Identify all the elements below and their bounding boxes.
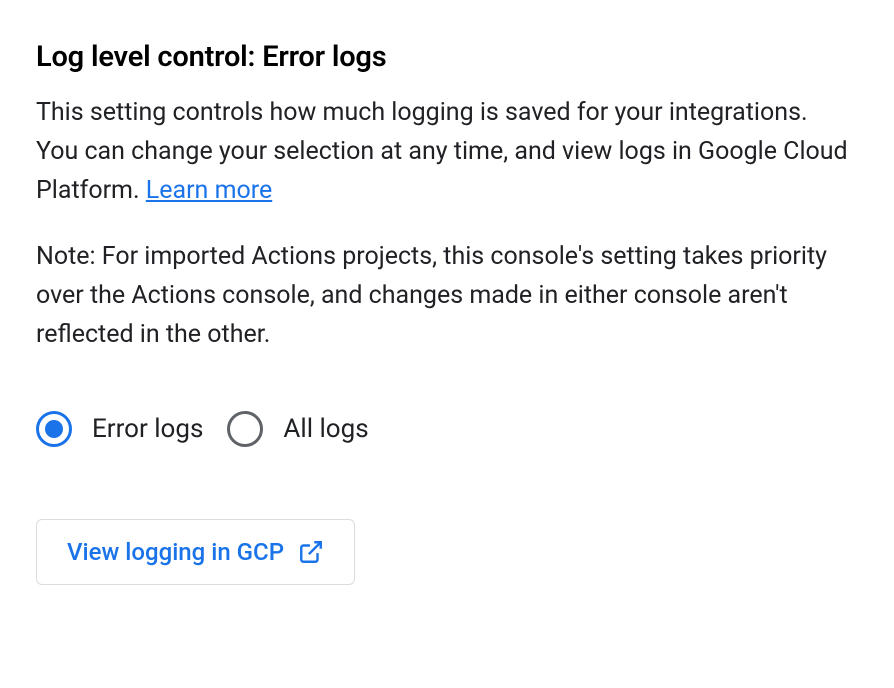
view-logging-gcp-button[interactable]: View logging in GCP (36, 519, 355, 585)
learn-more-link[interactable]: Learn more (146, 176, 272, 205)
description-text: This setting controls how much logging i… (36, 94, 856, 210)
radio-icon (227, 411, 263, 447)
note-text: Note: For imported Actions projects, thi… (36, 238, 856, 354)
radio-label-all: All logs (283, 414, 368, 444)
radio-option-all-logs[interactable]: All logs (227, 411, 368, 447)
external-link-icon (298, 539, 324, 565)
radio-icon (36, 411, 72, 447)
view-button-label: View logging in GCP (67, 538, 284, 566)
log-level-radio-group: Error logs All logs (36, 411, 858, 447)
radio-option-error-logs[interactable]: Error logs (36, 411, 203, 447)
radio-label-error: Error logs (92, 414, 203, 444)
section-heading: Log level control: Error logs (36, 40, 858, 74)
